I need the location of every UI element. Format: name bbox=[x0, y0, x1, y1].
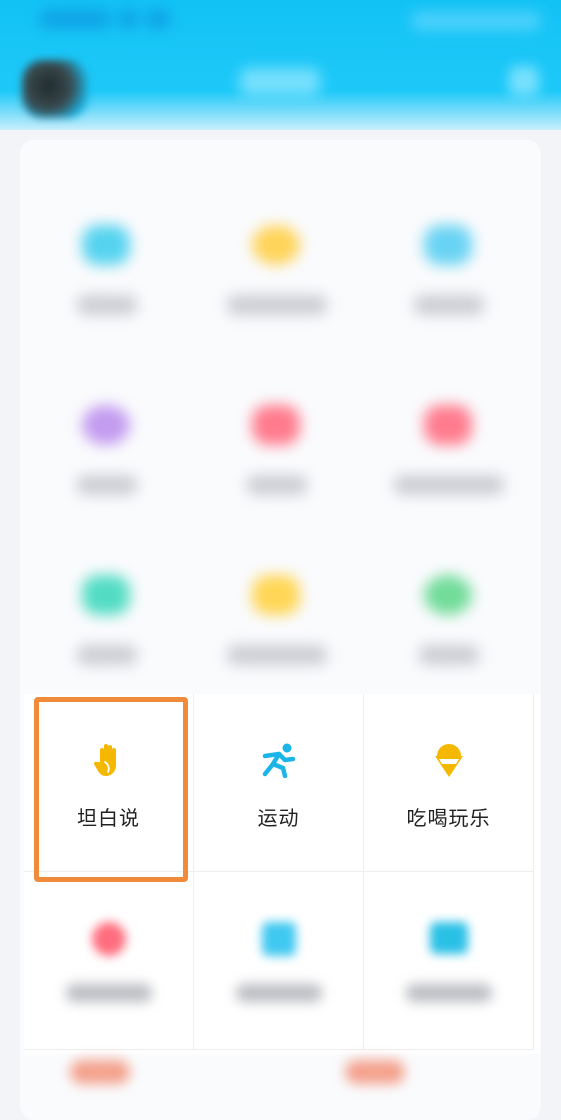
blurred-item[interactable] bbox=[192, 520, 362, 690]
hand-icon bbox=[93, 744, 116, 776]
blurred-item[interactable] bbox=[194, 872, 364, 1050]
running-icon bbox=[262, 743, 296, 779]
avatar[interactable] bbox=[22, 60, 88, 118]
blurred-item[interactable] bbox=[364, 350, 534, 520]
bottom-partial-row bbox=[0, 1052, 561, 1084]
status-bar-right bbox=[411, 12, 541, 30]
settings-icon[interactable] bbox=[509, 66, 539, 96]
blurred-item[interactable] bbox=[192, 170, 362, 340]
blurred-item[interactable] bbox=[22, 350, 192, 520]
sport-label: 运动 bbox=[257, 806, 300, 830]
sport-item[interactable]: 运动 bbox=[194, 694, 364, 872]
feature-grid: 坦白说 运动 吃喝玩乐 bbox=[24, 694, 540, 1054]
app-header bbox=[0, 0, 561, 130]
blurred-item[interactable] bbox=[24, 872, 194, 1050]
blurred-item[interactable] bbox=[364, 170, 534, 340]
frank-talk-label: 坦白说 bbox=[77, 806, 140, 830]
eat-drink-play-label: 吃喝玩乐 bbox=[406, 806, 491, 830]
blurred-item[interactable] bbox=[22, 520, 192, 690]
page-title bbox=[240, 68, 320, 96]
ice-cream-icon bbox=[435, 744, 463, 777]
blurred-item[interactable] bbox=[364, 872, 534, 1050]
frank-talk-item[interactable]: 坦白说 bbox=[24, 694, 194, 872]
status-bar bbox=[40, 10, 190, 32]
blurred-item[interactable] bbox=[192, 350, 362, 520]
blurred-item[interactable] bbox=[22, 170, 192, 340]
blurred-item[interactable] bbox=[364, 520, 534, 690]
eat-drink-play-item[interactable]: 吃喝玩乐 bbox=[364, 694, 534, 872]
